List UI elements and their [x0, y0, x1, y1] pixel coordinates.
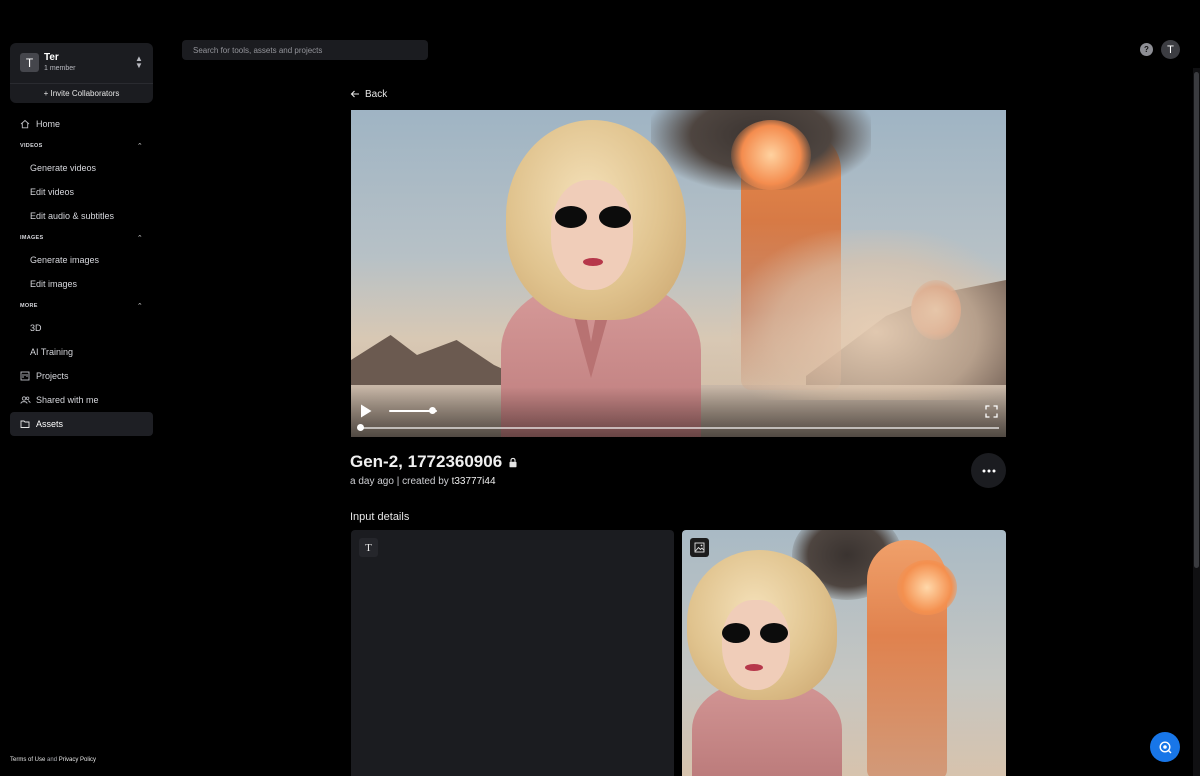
back-label: Back — [365, 88, 388, 100]
more-horizontal-icon — [982, 469, 995, 472]
sidebar-item-edit-images[interactable]: Edit images — [10, 272, 153, 296]
section-more[interactable]: MORE ⌃ — [10, 296, 153, 316]
projects-icon — [19, 370, 31, 382]
scene-dust — [731, 230, 1006, 400]
video-player[interactable] — [351, 110, 1006, 437]
legal-links: Terms of Use and Privacy Policy — [10, 757, 96, 763]
sidebar-item-home[interactable]: Home — [10, 112, 153, 136]
sidebar-item-generate-images[interactable]: Generate images — [10, 248, 153, 272]
sidebar-item-edit-videos[interactable]: Edit videos — [10, 180, 153, 204]
sidebar-item-label: Edit images — [30, 279, 78, 289]
sidebar-item-shared[interactable]: Shared with me — [10, 388, 153, 412]
asset-title: Gen-2, 1772360906 — [350, 452, 518, 472]
help-icon[interactable]: ? — [1140, 43, 1153, 56]
input-image-figure-lips — [745, 664, 763, 671]
more-options-button[interactable] — [971, 453, 1006, 488]
play-icon[interactable] — [360, 404, 372, 418]
chevron-up-icon: ⌃ — [136, 143, 143, 150]
scene-figure-glasses — [555, 206, 631, 228]
sidebar-item-label: Projects — [36, 371, 69, 381]
text-input-card: T — [351, 530, 674, 776]
player-controls-bg — [351, 387, 1006, 437]
input-details-heading: Input details — [350, 511, 410, 523]
section-label: MORE — [20, 303, 38, 309]
section-videos[interactable]: VIDEOS ⌃ — [10, 136, 153, 156]
chevron-up-down-icon[interactable]: ▲ ▼ — [133, 55, 145, 70]
input-image-figure-glasses — [722, 623, 750, 643]
sidebar-item-assets[interactable]: Assets — [10, 412, 153, 436]
chevron-up-icon: ⌃ — [136, 303, 143, 310]
sidebar-item-label: 3D — [30, 323, 42, 333]
invite-collaborators-button[interactable]: + Invite Collaborators — [10, 83, 153, 103]
workspace-name: Ter — [44, 52, 59, 63]
chat-icon — [1158, 740, 1171, 753]
sidebar-item-ai-training[interactable]: AI Training — [10, 340, 153, 364]
section-label: IMAGES — [20, 235, 44, 241]
workspace-members: 1 member — [44, 65, 76, 72]
section-label: VIDEOS — [20, 143, 43, 149]
seek-bar-handle[interactable] — [357, 424, 364, 431]
arrow-left-icon — [350, 90, 359, 98]
sidebar-item-label: Edit videos — [30, 187, 75, 197]
meta-separator: | — [396, 476, 400, 487]
asset-time: a day ago — [350, 476, 394, 487]
sidebar-item-3d[interactable]: 3D — [10, 316, 153, 340]
input-image-fireball — [897, 560, 957, 615]
sidebar-item-label: Generate videos — [30, 163, 97, 173]
chat-support-button[interactable] — [1150, 732, 1180, 762]
text-icon: T — [359, 538, 378, 557]
chevron-up-icon: ⌃ — [136, 235, 143, 242]
back-button[interactable]: Back — [350, 87, 387, 101]
sidebar: T Ter 1 member ▲ ▼ + Invite Collaborators… — [0, 0, 163, 776]
asset-creator[interactable]: t33777i44 — [452, 476, 496, 487]
scene-figure-lips — [583, 258, 603, 266]
scene-figure-face — [551, 180, 633, 290]
asset-meta: a day ago | created by t33777i44 — [350, 476, 496, 487]
search-input[interactable]: Search for tools, assets and projects — [182, 40, 428, 60]
scene-fireball — [731, 120, 811, 190]
seek-bar[interactable] — [359, 427, 999, 429]
scrollbar-thumb[interactable] — [1194, 72, 1199, 568]
input-image-figure-glasses — [760, 623, 788, 643]
workspace-avatar: T — [20, 53, 39, 72]
users-icon — [19, 394, 31, 406]
workspace-card[interactable]: T Ter 1 member ▲ ▼ + Invite Collaborators — [10, 43, 153, 103]
sidebar-item-label: Edit audio & subtitles — [30, 211, 115, 221]
section-images[interactable]: IMAGES ⌃ — [10, 228, 153, 248]
sidebar-item-edit-audio[interactable]: Edit audio & subtitles — [10, 204, 153, 228]
asset-title-text: Gen-2, 1772360906 — [350, 452, 503, 471]
image-input-card[interactable] — [682, 530, 1006, 776]
sidebar-item-label: AI Training — [30, 347, 74, 357]
sidebar-item-generate-videos[interactable]: Generate videos — [10, 156, 153, 180]
image-icon — [690, 538, 709, 557]
fullscreen-icon[interactable] — [985, 405, 998, 418]
sidebar-item-label: Generate images — [30, 255, 100, 265]
sidebar-item-label: Shared with me — [36, 395, 99, 405]
lock-icon — [509, 457, 517, 467]
asset-created-by: created by — [402, 476, 449, 487]
input-image-figure-face — [722, 600, 790, 690]
user-avatar[interactable]: T — [1161, 40, 1180, 59]
sidebar-item-label: Home — [36, 119, 61, 129]
sidebar-item-label: Assets — [36, 419, 64, 429]
privacy-link[interactable]: Privacy Policy — [59, 757, 96, 763]
folder-icon — [19, 418, 31, 430]
terms-link[interactable]: Terms of Use — [10, 757, 45, 763]
sidebar-nav: Home VIDEOS ⌃ Generate videos Edit video… — [10, 112, 153, 436]
legal-and: and — [47, 757, 58, 763]
sidebar-item-projects[interactable]: Projects — [10, 364, 153, 388]
home-icon — [19, 118, 31, 130]
